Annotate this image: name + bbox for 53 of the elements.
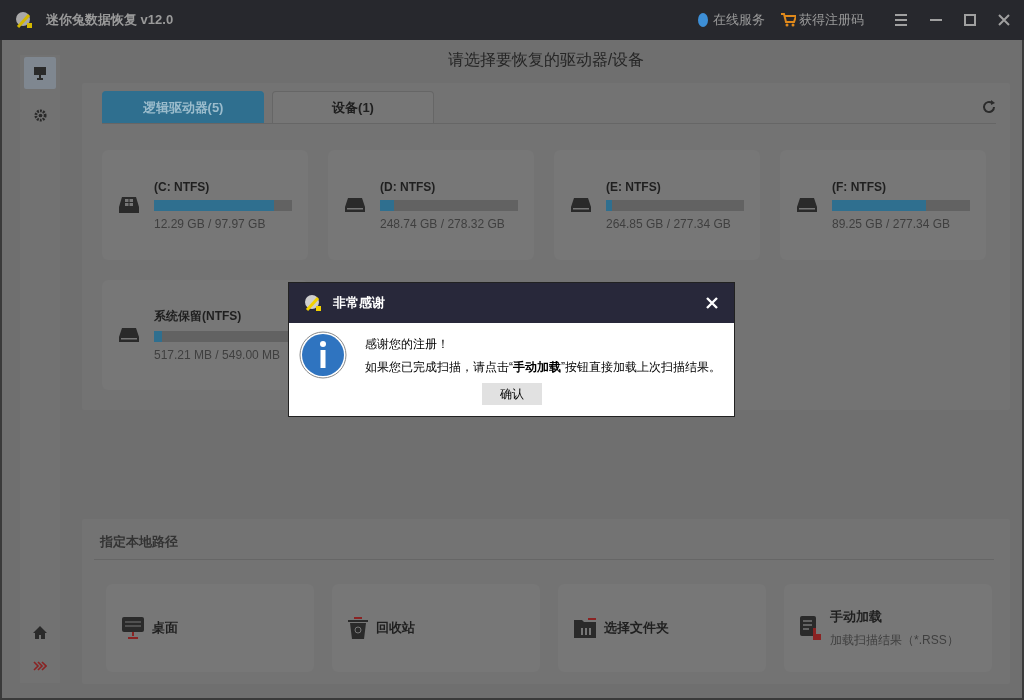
settings-icon — [33, 108, 47, 122]
location-card[interactable]: 选择文件夹 — [558, 584, 766, 672]
location-label: 手动加载 — [830, 607, 883, 626]
drive-name: 系统保留(NTFS) — [154, 308, 243, 325]
drive-card[interactable]: (D: NTFS) 248.74 GB / 278.32 GB — [328, 150, 534, 260]
drive-size: 264.85 GB / 277.34 GB — [606, 216, 732, 231]
drive-name: (D: NTFS) — [380, 179, 437, 194]
drive-size: 517.21 MB / 549.00 MB — [154, 348, 282, 362]
drive-card[interactable]: (E: NTFS) 264.85 GB / 277.34 GB — [554, 150, 760, 260]
drive-card[interactable]: 系统保留(NTFS) 517.21 MB / 549.00 MB — [102, 280, 308, 390]
confirm-button[interactable]: 确认 — [481, 383, 542, 405]
drive-windows-icon — [118, 196, 140, 214]
drive-name: (C: NTFS) — [154, 179, 211, 194]
drive-icon — [570, 197, 592, 213]
menu-icon[interactable] — [894, 14, 908, 26]
refresh-icon[interactable] — [982, 100, 996, 114]
location-label: 选择文件夹 — [604, 619, 669, 637]
register-code-link[interactable]: 获得注册码 — [781, 11, 864, 29]
home-icon[interactable] — [33, 626, 47, 639]
dialog-message: 感谢您的注册！ — [365, 336, 450, 353]
close-icon[interactable] — [998, 14, 1010, 26]
monitor-icon — [122, 617, 144, 639]
section-title: 指定本地路径 — [94, 533, 994, 560]
drive-card[interactable]: (F: NTFS) 89.25 GB / 277.34 GB — [780, 150, 986, 260]
monitor-icon — [33, 66, 47, 80]
cart-icon — [781, 13, 796, 27]
folder-icon — [574, 618, 596, 638]
window-title: 迷你兔数据恢复 v12.0 — [46, 11, 174, 29]
tab[interactable]: 设备(1) — [272, 91, 434, 123]
drive-icon — [118, 327, 140, 343]
tab[interactable]: 逻辑驱动器(5) — [102, 91, 264, 123]
drive-icon — [344, 197, 366, 213]
logo-icon — [303, 293, 323, 313]
page-title: 请选择要恢复的驱动器/设备 — [446, 50, 646, 70]
location-label: 回收站 — [376, 619, 415, 637]
drive-card[interactable]: (C: NTFS) 12.29 GB / 97.97 GB — [102, 150, 308, 260]
drive-size: 248.74 GB / 278.32 GB — [380, 216, 506, 231]
trash-icon — [348, 617, 368, 639]
drive-name: (F: NTFS) — [832, 179, 887, 194]
drive-size: 89.25 GB / 277.34 GB — [832, 216, 952, 231]
dialog-title: 非常感谢 — [333, 294, 385, 312]
info-icon — [299, 331, 347, 379]
drives-nav-button[interactable] — [24, 57, 56, 89]
location-card[interactable]: 桌面 — [106, 584, 314, 672]
drive-icon — [796, 197, 818, 213]
logo-icon — [14, 10, 34, 30]
location-card[interactable]: 回收站 — [332, 584, 540, 672]
maximize-icon[interactable] — [964, 14, 976, 26]
drive-name: (E: NTFS) — [606, 179, 662, 194]
drive-size: 12.29 GB / 97.97 GB — [154, 216, 267, 231]
dialog-message: 如果您已完成扫描，请点击“手动加载”按钮直接加载上次扫描结果。 — [365, 359, 721, 376]
online-service-link[interactable]: 在线服务 — [696, 11, 765, 29]
location-label: 桌面 — [152, 619, 178, 637]
